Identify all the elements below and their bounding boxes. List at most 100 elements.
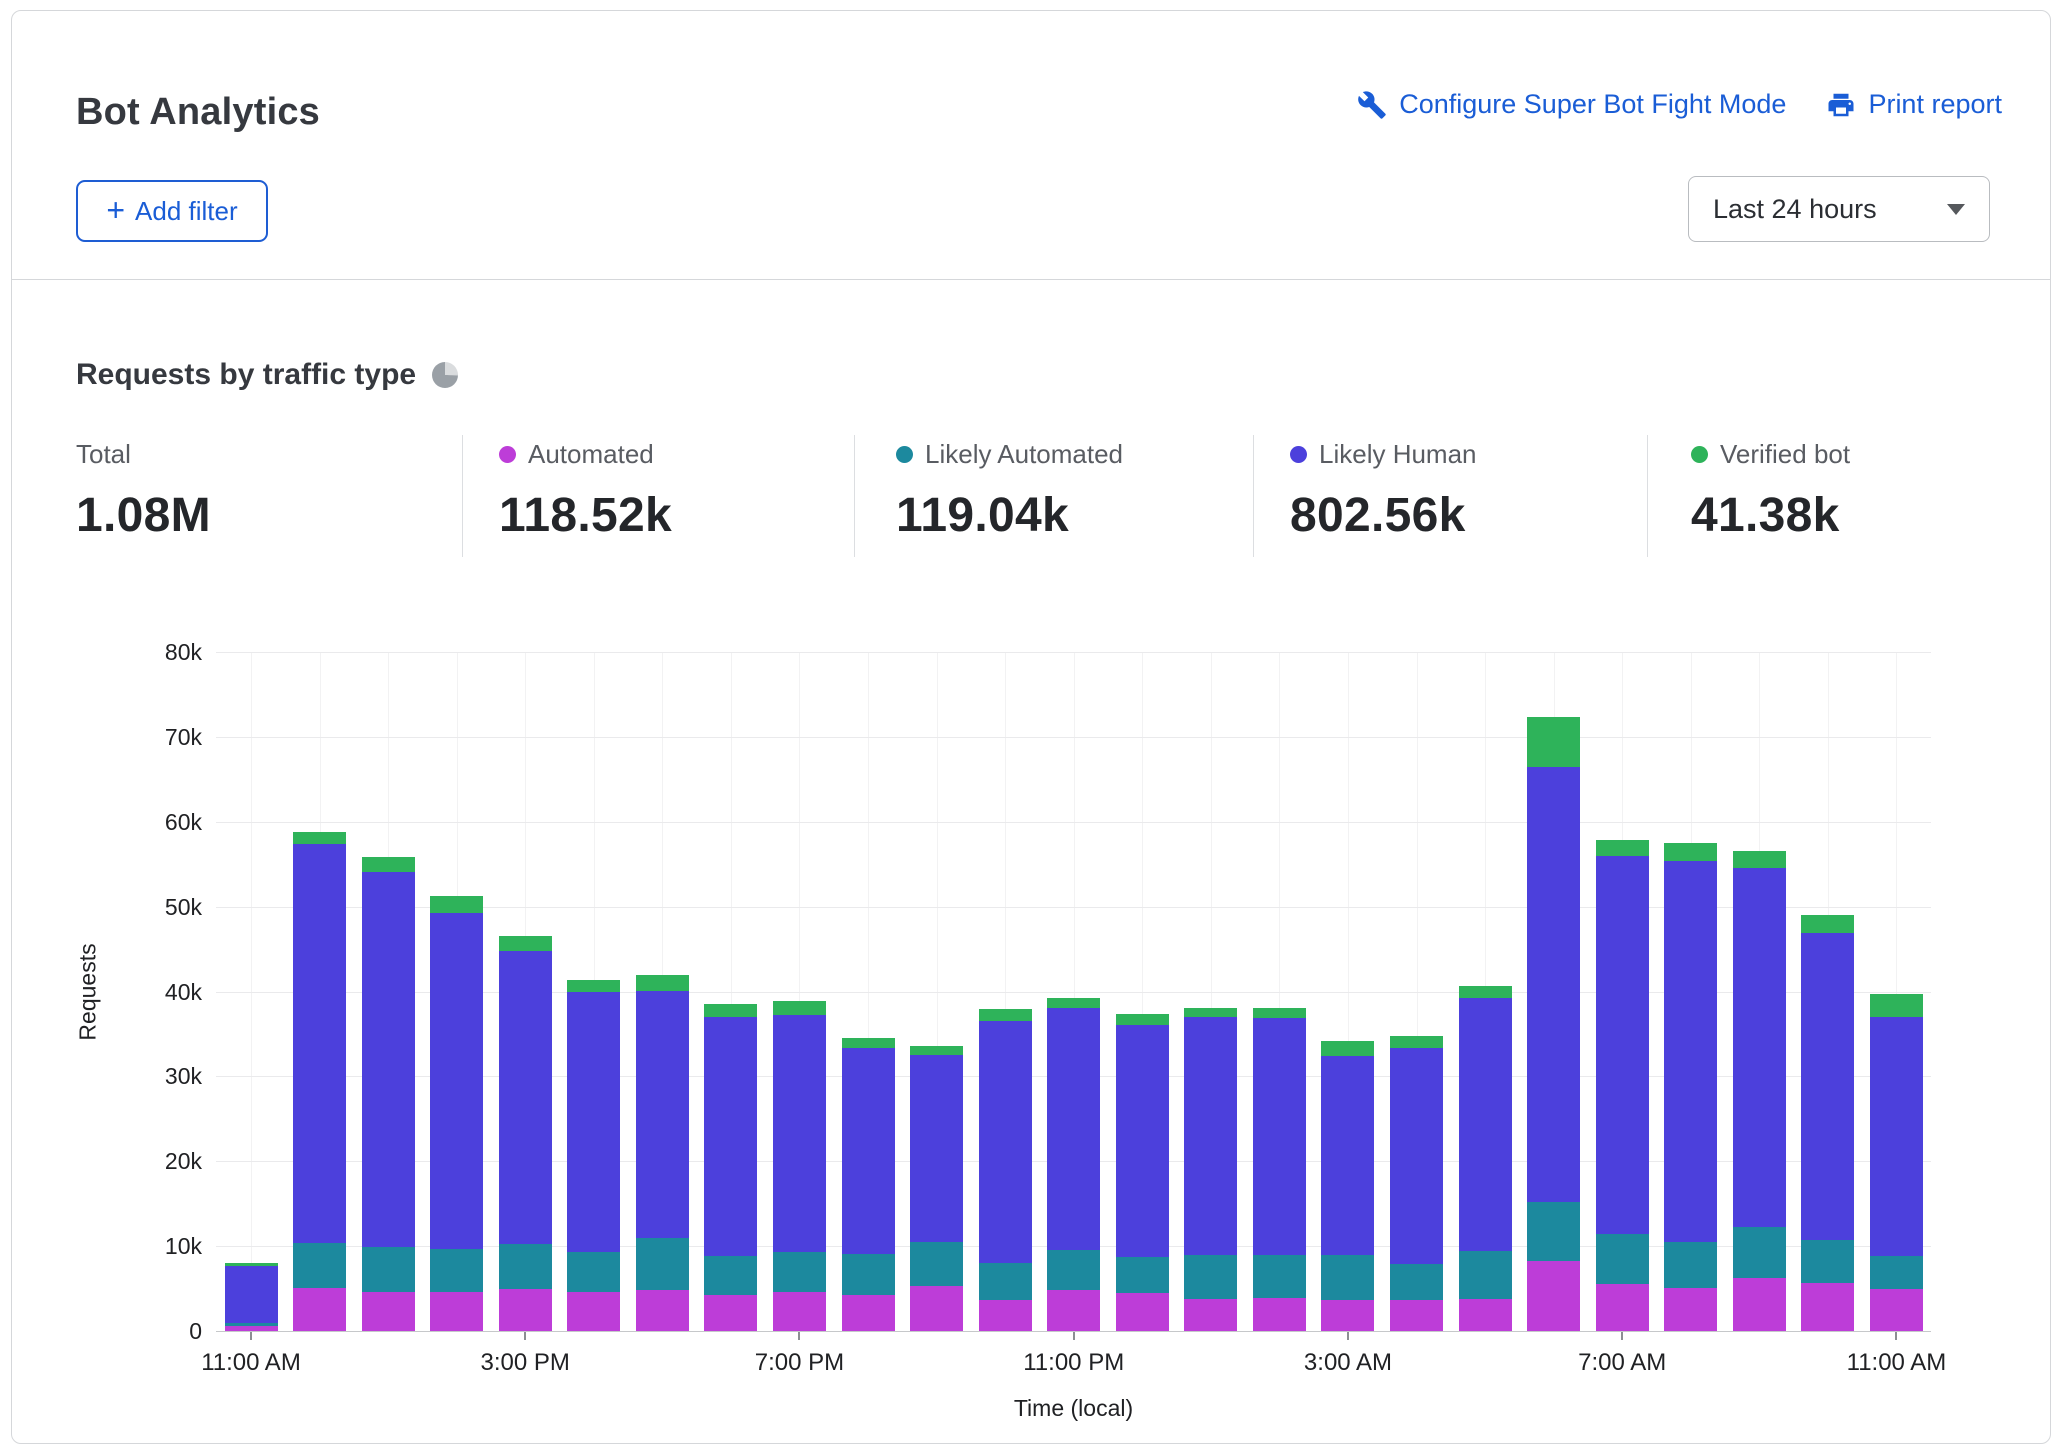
x-tick-label: 3:00 AM xyxy=(1304,1349,1392,1377)
bar-segment-likely-automated xyxy=(636,1238,689,1291)
bar-segment-verified-bot xyxy=(1527,717,1580,767)
bar[interactable] xyxy=(1321,652,1374,1331)
bar-segment-verified-bot xyxy=(1184,1008,1237,1017)
bar-segment-likely-human xyxy=(773,1015,826,1252)
bar-segment-likely-automated xyxy=(430,1249,483,1292)
bar[interactable] xyxy=(1390,652,1443,1331)
bar[interactable] xyxy=(293,652,346,1331)
bar[interactable] xyxy=(842,652,895,1331)
bar[interactable] xyxy=(430,652,483,1331)
bar-segment-verified-bot xyxy=(910,1046,963,1055)
bar-segment-likely-human xyxy=(362,872,415,1247)
bar-segment-verified-bot xyxy=(499,936,552,950)
bar[interactable] xyxy=(1047,652,1100,1331)
bar[interactable] xyxy=(910,652,963,1331)
bar[interactable] xyxy=(499,652,552,1331)
bar-segment-automated xyxy=(1870,1289,1923,1331)
bar-segment-likely-human xyxy=(979,1021,1032,1263)
x-tick-mark xyxy=(1073,1332,1075,1340)
bar-segment-automated xyxy=(1253,1298,1306,1331)
y-tick-label: 10k xyxy=(112,1233,202,1260)
bar-segment-likely-automated xyxy=(1870,1256,1923,1289)
bar-segment-verified-bot xyxy=(1047,998,1100,1008)
bar-segment-automated xyxy=(1527,1261,1580,1331)
x-axis-title: Time (local) xyxy=(1014,1395,1133,1422)
bar-segment-likely-human xyxy=(1390,1048,1443,1264)
bar[interactable] xyxy=(704,652,757,1331)
bar-segment-likely-human xyxy=(1321,1056,1374,1255)
bar-segment-likely-human xyxy=(1870,1017,1923,1256)
bar-segment-likely-human xyxy=(1116,1025,1169,1257)
bar-segment-automated xyxy=(1664,1288,1717,1331)
bar[interactable] xyxy=(1664,652,1717,1331)
bar[interactable] xyxy=(1253,652,1306,1331)
bar-segment-automated xyxy=(979,1300,1032,1331)
bar-segment-automated xyxy=(704,1295,757,1331)
bar-segment-automated xyxy=(1390,1300,1443,1331)
bar-segment-verified-bot xyxy=(842,1038,895,1048)
bar-segment-verified-bot xyxy=(567,980,620,992)
y-tick-label: 40k xyxy=(112,979,202,1006)
bar[interactable] xyxy=(1116,652,1169,1331)
x-tick-label: 3:00 PM xyxy=(481,1349,570,1377)
bar-segment-automated xyxy=(1596,1284,1649,1331)
bar[interactable] xyxy=(362,652,415,1331)
bar[interactable] xyxy=(1733,652,1786,1331)
bar-segment-verified-bot xyxy=(704,1004,757,1017)
bar-segment-automated xyxy=(225,1326,278,1331)
bar-segment-likely-human xyxy=(499,951,552,1245)
y-tick-label: 60k xyxy=(112,809,202,836)
bar[interactable] xyxy=(1527,652,1580,1331)
bar-segment-likely-human xyxy=(636,991,689,1238)
bar-segment-verified-bot xyxy=(1801,915,1854,933)
bar-segment-likely-human xyxy=(430,913,483,1249)
x-tick-label: 11:00 AM xyxy=(201,1349,301,1377)
bar[interactable] xyxy=(1801,652,1854,1331)
bar-segment-verified-bot xyxy=(1321,1041,1374,1056)
bar[interactable] xyxy=(773,652,826,1331)
bar-segment-automated xyxy=(1321,1300,1374,1331)
bar-segment-verified-bot xyxy=(225,1263,278,1266)
bar[interactable] xyxy=(567,652,620,1331)
bar-segment-verified-bot xyxy=(1390,1036,1443,1048)
bar-segment-likely-human xyxy=(1527,767,1580,1202)
bar-segment-likely-automated xyxy=(1184,1255,1237,1298)
bar-segment-verified-bot xyxy=(1459,986,1512,998)
bar-segment-likely-human xyxy=(567,992,620,1253)
bar-segment-verified-bot xyxy=(636,975,689,991)
bar-segment-likely-automated xyxy=(910,1242,963,1286)
y-tick-label: 0 xyxy=(112,1318,202,1345)
bar-segment-automated xyxy=(1184,1299,1237,1331)
y-tick-label: 20k xyxy=(112,1148,202,1175)
bar-segment-likely-human xyxy=(1733,868,1786,1228)
bar-segment-likely-automated xyxy=(704,1256,757,1295)
bar[interactable] xyxy=(979,652,1032,1331)
bar-segment-verified-bot xyxy=(979,1009,1032,1021)
bar-segment-automated xyxy=(842,1295,895,1331)
bar[interactable] xyxy=(225,652,278,1331)
bar-segment-automated xyxy=(1116,1293,1169,1331)
bar-segment-likely-human xyxy=(293,844,346,1243)
bar-segment-likely-automated xyxy=(293,1243,346,1288)
y-axis-title: Requests xyxy=(75,943,102,1040)
bar-segment-automated xyxy=(1459,1299,1512,1331)
bot-analytics-card: Bot Analytics Configure Super Bot Fight … xyxy=(11,10,2051,1444)
bar[interactable] xyxy=(1459,652,1512,1331)
bar-segment-likely-automated xyxy=(362,1247,415,1292)
bar-segment-likely-human xyxy=(842,1048,895,1253)
bar[interactable] xyxy=(1184,652,1237,1331)
bar-segment-automated xyxy=(910,1286,963,1331)
bar-segment-likely-automated xyxy=(773,1252,826,1292)
bar-segment-automated xyxy=(293,1288,346,1331)
bar-segment-verified-bot xyxy=(1253,1008,1306,1018)
x-tick-mark xyxy=(1347,1332,1349,1340)
bar[interactable] xyxy=(636,652,689,1331)
bar-segment-verified-bot xyxy=(1596,840,1649,855)
bar[interactable] xyxy=(1870,652,1923,1331)
bar-segment-likely-human xyxy=(1596,856,1649,1235)
bar-segment-likely-human xyxy=(910,1055,963,1242)
bar-segment-likely-automated xyxy=(1527,1202,1580,1261)
bar[interactable] xyxy=(1596,652,1649,1331)
y-tick-label: 80k xyxy=(112,639,202,666)
bar-segment-automated xyxy=(430,1292,483,1331)
